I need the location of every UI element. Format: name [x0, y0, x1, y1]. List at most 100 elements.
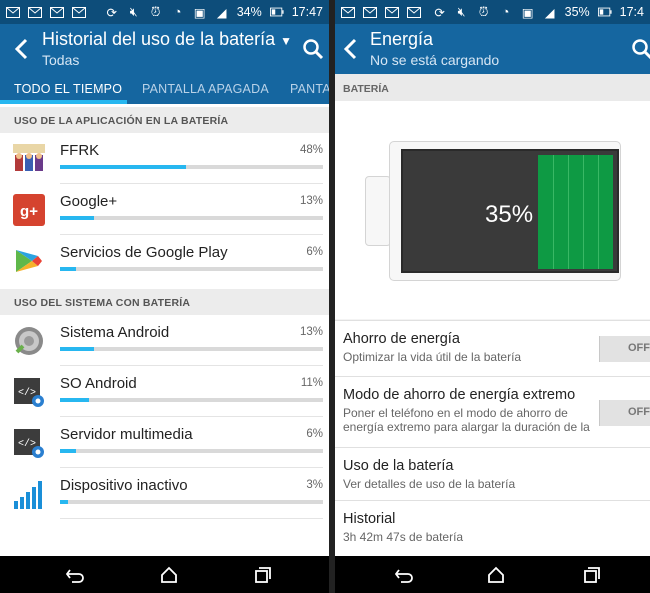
list-item[interactable]: FFRK 48% [0, 133, 329, 184]
svg-text:</>: </> [18, 387, 36, 399]
fill-segment-line [598, 155, 600, 269]
list-item[interactable]: Servicios de Google Play 6% [0, 235, 329, 286]
setting-power-saver[interactable]: Ahorro de energía Optimizar la vida útil… [335, 320, 650, 376]
mute-icon: 🔇︎ [457, 4, 466, 19]
sync-icon: ⟳ [434, 5, 445, 20]
app-name: Sistema Android [60, 324, 170, 341]
recent-apps-icon[interactable] [254, 566, 272, 584]
usage-percent: 11% [300, 377, 323, 389]
fill-segment-line [583, 155, 585, 269]
section-header-battery: BATERÍA [335, 74, 650, 101]
setting-title: Historial [343, 511, 396, 527]
usage-bar-fill [60, 165, 187, 169]
battery-saver-icon: ▣ [521, 5, 534, 20]
list-item[interactable]: </> SO Android 11% [0, 366, 329, 417]
extreme-power-saver-toggle[interactable]: OFF [599, 400, 650, 426]
battery-level-fill [538, 155, 613, 269]
usage-percent: 6% [306, 246, 323, 258]
toggle-state: OFF [628, 342, 650, 354]
status-bar: ⟳ 🔇︎ ⏰︎ ◔ ▣ ◢ 35% 17:4 [335, 0, 650, 24]
battery-terminal [365, 176, 391, 246]
battery-level-label: 35% [485, 201, 534, 228]
usage-bar [60, 398, 323, 402]
usage-percent: 6% [306, 428, 323, 440]
active-tab-indicator [0, 100, 127, 104]
power-settings-screen: ⟳ 🔇︎ ⏰︎ ◔ ▣ ◢ 35% 17:4 Energía No se est… [335, 0, 650, 593]
usage-bar-fill [60, 216, 95, 220]
app-bar: Historial del uso de la batería ▼ Todas [0, 24, 329, 74]
tab-screen-on[interactable]: PANTA [290, 82, 329, 96]
page-title-dropdown[interactable]: Historial del uso de la batería ▼ [42, 29, 292, 50]
usage-bar-fill [60, 398, 89, 402]
usage-bar-fill [60, 267, 76, 271]
clock: 17:4 [619, 5, 644, 19]
signal-icon: ◢ [544, 5, 555, 20]
usage-bar-fill [60, 347, 95, 351]
list-item[interactable]: Sistema Android 13% [0, 315, 329, 366]
navigation-bar [335, 556, 650, 593]
ffrk-icon [13, 144, 45, 171]
search-icon[interactable] [631, 38, 650, 60]
page-title: Historial del uso de la batería [42, 29, 276, 49]
back-icon[interactable] [341, 38, 361, 60]
mail-icon [28, 5, 42, 19]
tab-screen-off[interactable]: PANTALLA APAGADA [142, 82, 269, 96]
battery-icon [269, 5, 284, 19]
battery-graphic: 35% [335, 101, 650, 319]
mail-icon [385, 5, 399, 19]
status-bar: ⟳ 🔇︎ ⏰︎ ◔ ▣ ◢ 34% 17:47 [0, 0, 329, 24]
setting-battery-usage[interactable]: Uso de la batería Ver detalles de uso de… [335, 447, 650, 500]
alarm-icon: ⏰︎ [150, 4, 161, 19]
wifi-icon: ◔ [501, 5, 510, 19]
mail-icon [341, 5, 355, 19]
recent-apps-icon[interactable] [583, 566, 601, 584]
divider [60, 518, 323, 519]
app-name: SO Android [60, 375, 137, 392]
usage-bar [60, 267, 323, 271]
setting-extreme-power-saver[interactable]: Modo de ahorro de energía extremo Poner … [335, 376, 650, 447]
section-header-system: USO DEL SISTEMA CON BATERÍA [0, 289, 329, 315]
mail-icon [407, 5, 421, 19]
page-subtitle: Todas [42, 52, 80, 68]
back-nav-icon[interactable] [66, 566, 84, 584]
android-system-icon [15, 327, 43, 355]
power-saver-toggle[interactable]: OFF [599, 336, 650, 362]
list-item[interactable]: g+ Google+ 13% [0, 184, 329, 235]
clock: 17:47 [291, 5, 323, 19]
usage-bar [60, 449, 323, 453]
sync-icon: ⟳ [106, 5, 117, 20]
google-play-services-icon [16, 250, 42, 272]
media-server-icon: </> [14, 429, 44, 458]
battery-saver-icon: ▣ [193, 5, 206, 20]
back-icon[interactable] [12, 38, 32, 60]
usage-bar [60, 500, 323, 504]
app-name: FFRK [60, 142, 100, 159]
home-icon[interactable] [487, 566, 505, 584]
page-title: Energía [370, 29, 434, 49]
page-subtitle: No se está cargando [370, 52, 500, 68]
usage-percent: 13% [299, 326, 323, 338]
svg-text:g+: g+ [20, 203, 38, 220]
list-item[interactable]: Dispositivo inactivo 3% [0, 468, 329, 519]
list-item[interactable]: </> Servidor multimedia 6% [0, 417, 329, 468]
battery-history-screen: ⟳ 🔇︎ ⏰︎ ◔ ▣ ◢ 34% 17:47 Historial del us… [0, 0, 329, 593]
usage-bar [60, 216, 323, 220]
tab-all-time[interactable]: TODO EL TIEMPO [14, 82, 122, 96]
battery-percent: 34% [236, 5, 262, 19]
usage-bar-fill [60, 449, 76, 453]
home-icon[interactable] [160, 566, 178, 584]
back-nav-icon[interactable] [395, 566, 413, 584]
signal-bars-icon [14, 481, 42, 509]
battery-icon [597, 5, 612, 19]
search-icon[interactable] [302, 38, 324, 60]
app-bar: Energía No se está cargando [335, 24, 650, 74]
setting-history[interactable]: Historial 3h 42m 47s de batería [335, 500, 650, 556]
usage-bar [60, 347, 323, 351]
mail-icon [363, 5, 377, 19]
setting-description: Optimizar la vida útil de la batería [343, 350, 522, 364]
dropdown-arrow-icon: ▼ [280, 34, 293, 48]
android-os-icon: </> [14, 378, 44, 407]
alarm-icon: ⏰︎ [478, 4, 489, 19]
setting-description: 3h 42m 47s de batería [343, 530, 464, 544]
setting-description: Ver detalles de uso de la batería [343, 477, 516, 491]
